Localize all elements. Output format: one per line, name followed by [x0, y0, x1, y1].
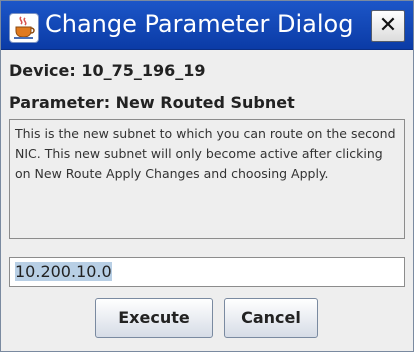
cancel-button[interactable]: Cancel	[224, 298, 318, 338]
device-label: Device: 10_75_196_19	[9, 61, 206, 80]
java-coffee-cup-icon	[9, 13, 39, 43]
parameter-label: Parameter: New Routed Subnet	[9, 93, 295, 112]
parameter-value-text: 10.200.10.0	[15, 262, 112, 281]
title-bar[interactable]: Change Parameter Dialog ✕	[1, 1, 413, 50]
execute-button[interactable]: Execute	[95, 298, 213, 338]
close-button[interactable]: ✕	[371, 10, 405, 42]
parameter-value-input[interactable]: 10.200.10.0	[9, 257, 405, 287]
close-icon: ✕	[378, 13, 398, 38]
parameter-description[interactable]: This is the new subnet to which you can …	[9, 119, 405, 239]
change-parameter-dialog: Change Parameter Dialog ✕ Device: 10_75_…	[0, 0, 414, 352]
dialog-title: Change Parameter Dialog	[45, 10, 354, 38]
